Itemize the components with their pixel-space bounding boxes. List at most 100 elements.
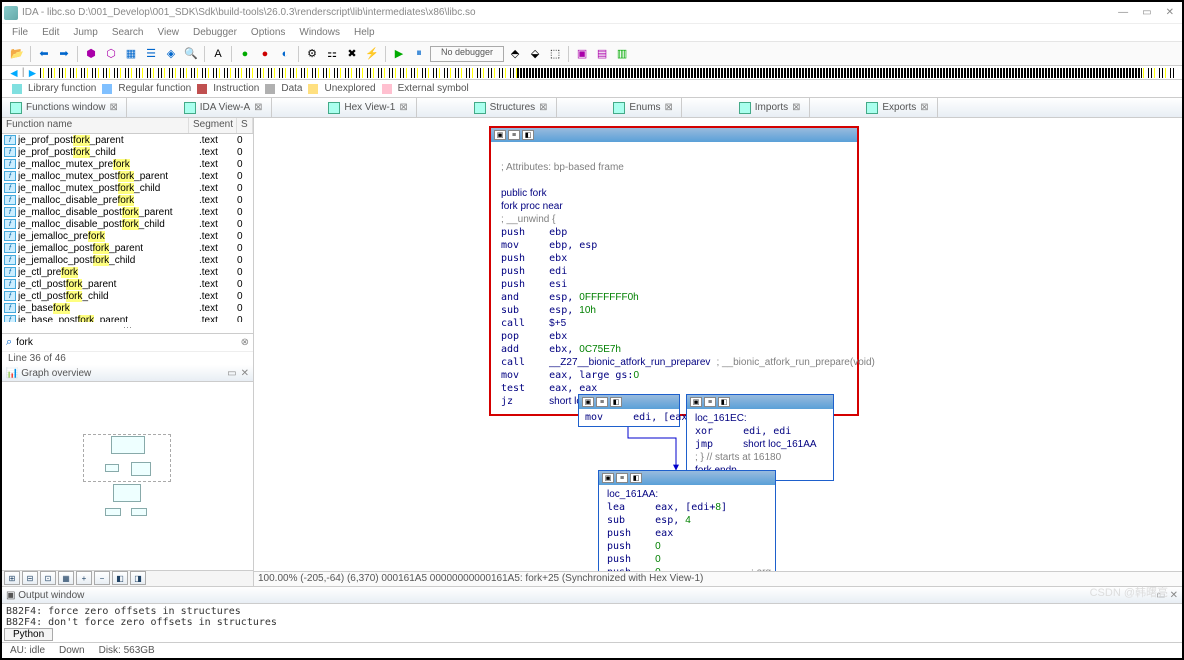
node-ico1[interactable]: ▣ xyxy=(582,397,594,407)
function-item[interactable]: fje_base_postfork_parent.text0 xyxy=(2,314,253,322)
tab-close-icon[interactable]: ⊠ xyxy=(920,102,928,113)
function-item[interactable]: fje_jemalloc_prefork.text0 xyxy=(2,230,253,242)
gbtn1[interactable]: ⊞ xyxy=(4,571,20,585)
col-s[interactable]: S xyxy=(237,118,253,133)
output-text[interactable]: B82F4: force zero offsets in structures … xyxy=(2,604,1182,626)
function-item[interactable]: fje_malloc_disable_prefork.text0 xyxy=(2,194,253,206)
tab-hex-view-1[interactable]: Hex View-1⊠ xyxy=(320,98,416,117)
node-ico3[interactable]: ◧ xyxy=(718,397,730,407)
run-icon[interactable]: ● xyxy=(236,45,254,63)
function-item[interactable]: fje_malloc_disable_postfork_parent.text0 xyxy=(2,206,253,218)
node-ico2[interactable]: ≡ xyxy=(704,397,716,407)
function-item[interactable]: fje_prof_postfork_parent.text0 xyxy=(2,134,253,146)
close-button[interactable]: ✕ xyxy=(1166,7,1174,18)
node-ico1[interactable]: ▣ xyxy=(690,397,702,407)
menu-debugger[interactable]: Debugger xyxy=(193,27,237,38)
gbtn4[interactable]: ▦ xyxy=(58,571,74,585)
tab-enums[interactable]: Enums⊠ xyxy=(605,98,682,117)
pause2-icon[interactable]: ⏸ xyxy=(410,45,428,63)
function-item[interactable]: fje_malloc_mutex_prefork.text0 xyxy=(2,158,253,170)
menu-view[interactable]: View xyxy=(158,27,180,38)
node-mov-edi[interactable]: ▣≡◧ mov edi, [eax+4] xyxy=(578,394,680,427)
fwd-icon[interactable]: ➡ xyxy=(55,45,73,63)
dbg2-icon[interactable]: ⬙ xyxy=(526,45,544,63)
node-ico1[interactable]: ▣ xyxy=(602,473,614,483)
menu-windows[interactable]: Windows xyxy=(299,27,340,38)
node-ico3[interactable]: ◧ xyxy=(630,473,642,483)
tool-c-icon[interactable]: ▦ xyxy=(122,45,140,63)
tool-e-icon[interactable]: ◈ xyxy=(162,45,180,63)
tab-close-icon[interactable]: ⊠ xyxy=(539,102,547,113)
menu-options[interactable]: Options xyxy=(251,27,285,38)
tab-structures[interactable]: Structures⊠ xyxy=(466,98,557,117)
tab-exports[interactable]: Exports⊠ xyxy=(858,98,937,117)
text-icon[interactable]: A xyxy=(209,45,227,63)
m2-icon[interactable]: ▤ xyxy=(593,45,611,63)
function-item[interactable]: fje_basefork.text0 xyxy=(2,302,253,314)
function-item[interactable]: fje_ctl_postfork_child.text0 xyxy=(2,290,253,302)
search-input[interactable] xyxy=(16,337,236,348)
undock-icon[interactable]: ▭ xyxy=(227,368,236,379)
function-item[interactable]: fje_jemalloc_postfork_child.text0 xyxy=(2,254,253,266)
nav-overview-bar[interactable] xyxy=(40,68,1176,78)
function-item[interactable]: fje_malloc_mutex_postfork_parent.text0 xyxy=(2,170,253,182)
gbtn6[interactable]: − xyxy=(94,571,110,585)
dbg1-icon[interactable]: ⬘ xyxy=(506,45,524,63)
menu-search[interactable]: Search xyxy=(112,27,144,38)
back-icon[interactable]: ⬅ xyxy=(35,45,53,63)
gbtn5[interactable]: + xyxy=(76,571,92,585)
node-161ec[interactable]: ▣≡◧ loc_161EC: xor edi, edi jmp short lo… xyxy=(686,394,834,481)
cfg-icon[interactable]: ⚙ xyxy=(303,45,321,63)
tab-close-icon[interactable]: ⊠ xyxy=(254,102,262,113)
function-item[interactable]: fje_ctl_prefork.text0 xyxy=(2,266,253,278)
functions-list[interactable]: fje_prof_postfork_parent.text0fje_prof_p… xyxy=(2,134,253,322)
menu-help[interactable]: Help xyxy=(354,27,375,38)
dbg3-icon[interactable]: ⬚ xyxy=(546,45,564,63)
tool-a-icon[interactable]: ⬢ xyxy=(82,45,100,63)
function-item[interactable]: fje_jemalloc_postfork_parent.text0 xyxy=(2,242,253,254)
out-undock-icon[interactable]: ▭ xyxy=(1156,590,1165,601)
menu-edit[interactable]: Edit xyxy=(42,27,59,38)
function-item[interactable]: fje_ctl_postfork_parent.text0 xyxy=(2,278,253,290)
clear-search-icon[interactable]: ⊗ xyxy=(241,337,249,348)
node-ico3[interactable]: ◧ xyxy=(522,130,534,140)
gbtn2[interactable]: ⊟ xyxy=(22,571,38,585)
graph-overview[interactable] xyxy=(2,382,253,570)
stop-icon[interactable]: ● xyxy=(256,45,274,63)
gbtn7[interactable]: ◧ xyxy=(112,571,128,585)
close-pane-icon[interactable]: ✕ xyxy=(241,368,249,379)
m1-icon[interactable]: ▣ xyxy=(573,45,591,63)
function-item[interactable]: fje_prof_postfork_child.text0 xyxy=(2,146,253,158)
tab-functions-window[interactable]: Functions window⊠ xyxy=(2,98,127,117)
graph-view[interactable]: ▣≡◧ ; Attributes: bp-based frame public … xyxy=(254,118,1182,571)
open-icon[interactable]: 📂 xyxy=(8,45,26,63)
node-ico2[interactable]: ≡ xyxy=(508,130,520,140)
node-ico1[interactable]: ▣ xyxy=(494,130,506,140)
col-segment[interactable]: Segment xyxy=(189,118,237,133)
function-item[interactable]: fje_malloc_mutex_postfork_child.text0 xyxy=(2,182,253,194)
debugger-select[interactable]: No debugger xyxy=(430,46,504,62)
tool-b-icon[interactable]: ⬡ xyxy=(102,45,120,63)
gbtn3[interactable]: ⊡ xyxy=(40,571,56,585)
menu-file[interactable]: File xyxy=(12,27,28,38)
search-icon[interactable]: 🔍 xyxy=(182,45,200,63)
python-tab[interactable]: Python xyxy=(4,628,53,641)
col-name[interactable]: Function name xyxy=(2,118,189,133)
maximize-button[interactable]: ▭ xyxy=(1142,7,1151,18)
nav-left-icon[interactable]: ◄ xyxy=(8,66,20,80)
dbg-z-icon[interactable]: ⚡ xyxy=(363,45,381,63)
node-161aa[interactable]: ▣≡◧ loc_161AA: lea eax, [edi+8] sub esp,… xyxy=(598,470,776,571)
tab-ida-view-a[interactable]: IDA View-A⊠ xyxy=(176,98,272,117)
nav-right-icon[interactable]: ► xyxy=(27,66,39,80)
node-fork-entry[interactable]: ▣≡◧ ; Attributes: bp-based frame public … xyxy=(489,126,859,416)
tool-d-icon[interactable]: ☰ xyxy=(142,45,160,63)
m3-icon[interactable]: ▥ xyxy=(613,45,631,63)
node-ico3[interactable]: ◧ xyxy=(610,397,622,407)
tab-close-icon[interactable]: ⊠ xyxy=(399,102,407,113)
function-item[interactable]: fje_malloc_disable_postfork_child.text0 xyxy=(2,218,253,230)
node-ico2[interactable]: ≡ xyxy=(596,397,608,407)
menu-jump[interactable]: Jump xyxy=(73,27,97,38)
tab-close-icon[interactable]: ⊠ xyxy=(792,102,800,113)
cfg2-icon[interactable]: ⚏ xyxy=(323,45,341,63)
dbg-x-icon[interactable]: ✖ xyxy=(343,45,361,63)
